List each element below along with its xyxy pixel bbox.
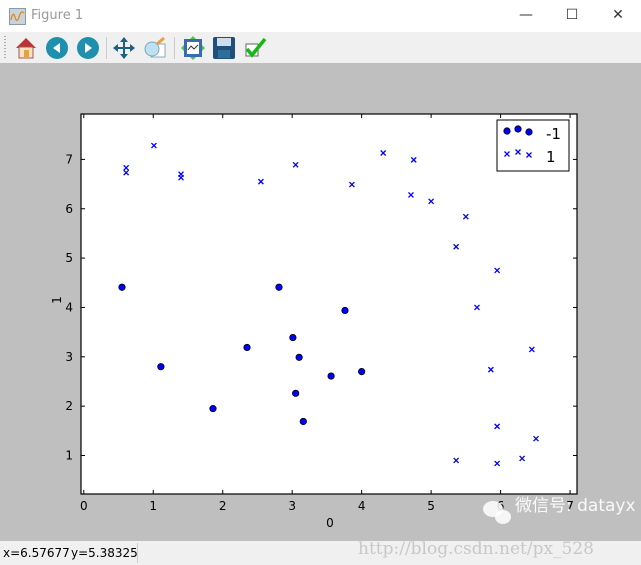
subplots-icon[interactable] (181, 36, 205, 60)
data-point-series-0 (295, 353, 303, 361)
toolbar (0, 32, 641, 63)
legend-label-neg1: -1 (546, 125, 561, 143)
cursor-y-readout: y=5.38325 (71, 546, 138, 560)
x-tick-label: 1 (149, 499, 157, 513)
data-point-series-0 (209, 405, 217, 413)
home-icon[interactable] (14, 36, 38, 60)
wechat-logo-icon (483, 501, 511, 524)
y-axis-label: 1 (50, 296, 64, 304)
x-tick-label: 4 (358, 499, 366, 513)
legend-marker-neg1 (514, 125, 522, 133)
app-icon (9, 8, 26, 25)
data-point-series-0 (358, 368, 366, 376)
y-tick-label: 7 (65, 152, 73, 166)
data-point-series-0 (341, 306, 349, 315)
x-tick-label: 5 (427, 499, 435, 513)
toolbar-grip[interactable] (4, 36, 6, 60)
watermark-url: http://blog.csdn.net/px_528 (358, 539, 594, 559)
cursor-x-readout: x=6.57677 (3, 546, 70, 560)
maximize-button[interactable]: ☐ (549, 0, 595, 32)
y-tick-label: 5 (65, 251, 73, 265)
watermark-wechat: 微信号: datayx (515, 496, 636, 516)
y-tick-label: 3 (65, 350, 73, 364)
data-point-series-0 (243, 343, 251, 352)
scatter-plot[interactable]: 012345671234567 0 1 -1 1 微信号: datayx (0, 63, 641, 541)
close-button[interactable]: ✕ (595, 0, 641, 32)
legend: -1 1 (496, 119, 570, 172)
x-tick-label: 2 (219, 499, 227, 513)
y-tick-label: 4 (65, 300, 73, 314)
x-tick-label: 3 (288, 499, 296, 513)
x-tick-label: 0 (80, 499, 88, 513)
data-point-series-0 (118, 283, 126, 291)
minimize-button[interactable]: — (503, 0, 549, 32)
zoom-icon[interactable] (143, 36, 167, 60)
toolbar-separator (174, 37, 175, 59)
status-bar: x=6.57677 y=5.38325 http://blog.csdn.net… (0, 539, 641, 565)
legend-marker-neg1 (503, 127, 511, 135)
legend-label-1: 1 (546, 148, 556, 166)
data-point-series-0 (157, 363, 165, 371)
data-point-series-0 (299, 417, 307, 426)
y-tick-label: 6 (65, 202, 73, 216)
window-title: Figure 1 (31, 8, 84, 23)
figure-canvas[interactable]: 012345671234567 0 1 -1 1 微信号: datayx (0, 63, 641, 541)
forward-icon[interactable] (76, 36, 100, 60)
data-point-series-0 (327, 372, 335, 380)
save-icon[interactable] (212, 36, 236, 60)
data-point-series-0 (275, 283, 283, 291)
legend-marker-neg1 (525, 128, 533, 136)
data-point-series-0 (292, 389, 300, 397)
pan-icon[interactable] (112, 36, 136, 60)
y-tick-label: 1 (65, 449, 73, 463)
edit-icon[interactable] (243, 36, 267, 60)
toolbar-separator (106, 37, 107, 59)
status-divider (137, 543, 138, 563)
x-axis-label: 0 (326, 516, 334, 530)
data-point-series-0 (289, 333, 297, 342)
title-bar: Figure 1 — ☐ ✕ (0, 0, 641, 32)
back-icon[interactable] (45, 36, 69, 60)
y-tick-label: 2 (65, 399, 73, 413)
